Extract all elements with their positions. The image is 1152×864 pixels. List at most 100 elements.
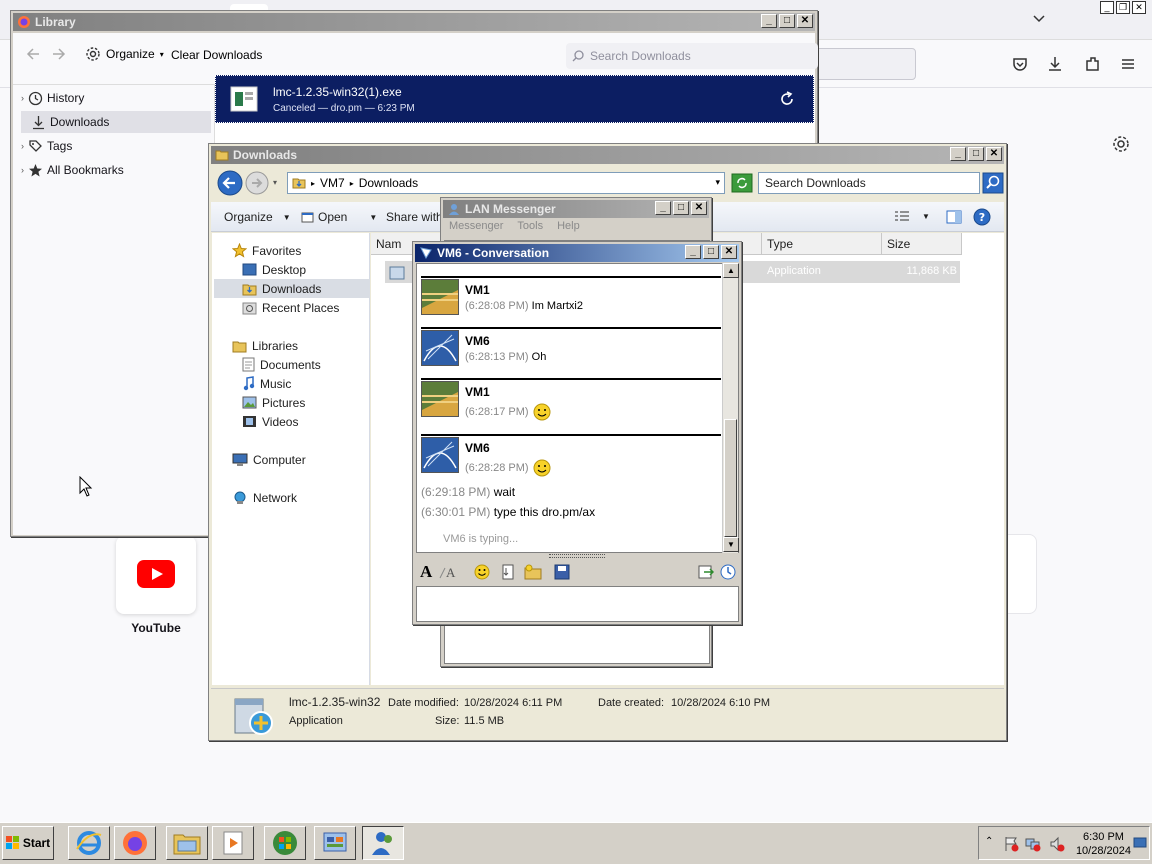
explorer-titlebar[interactable]: Downloads _ □ ✕: [211, 146, 1004, 164]
clear-downloads-button[interactable]: Clear Downloads: [171, 48, 262, 62]
youtube-tile[interactable]: [116, 536, 196, 614]
chevron-right-icon[interactable]: ›: [21, 93, 24, 103]
chevron-right-icon[interactable]: ›: [21, 141, 24, 151]
nav-computer[interactable]: Computer: [232, 450, 368, 469]
pocket-icon[interactable]: [1011, 55, 1029, 73]
broadcast-icon[interactable]: [698, 564, 714, 580]
open-button[interactable]: Open ▼: [301, 210, 377, 224]
forward-button-icon[interactable]: [245, 171, 269, 195]
start-button[interactable]: Start: [2, 826, 54, 860]
emoticon-icon[interactable]: [474, 564, 490, 580]
settings-gear-icon[interactable]: [1112, 135, 1130, 153]
refresh-icon[interactable]: [731, 173, 753, 193]
sidebar-item-history[interactable]: › History: [21, 87, 211, 109]
breadcrumb-vm7[interactable]: VM7: [320, 176, 345, 190]
minimize-icon[interactable]: _: [761, 14, 777, 28]
search-button-icon[interactable]: [982, 172, 1004, 194]
scroll-up-icon[interactable]: ▲: [723, 263, 739, 278]
close-icon[interactable]: ✕: [1132, 1, 1146, 14]
extensions-icon[interactable]: [1083, 55, 1101, 73]
sidebar-item-downloads[interactable]: Downloads: [21, 111, 211, 133]
address-dropdown-icon[interactable]: ▾: [715, 177, 720, 188]
retry-icon[interactable]: [778, 90, 796, 108]
explorer-search-input[interactable]: Search Downloads: [758, 172, 980, 194]
library-search-input[interactable]: Search Downloads: [566, 43, 818, 69]
address-bar[interactable]: ▸ VM7 ▸ Downloads ▾: [287, 172, 725, 194]
back-arrow-icon[interactable]: [25, 47, 41, 61]
message-input[interactable]: [416, 586, 739, 622]
nav-desktop[interactable]: Desktop: [242, 260, 378, 279]
history-icon[interactable]: [720, 564, 736, 580]
send-file-icon[interactable]: [500, 564, 516, 580]
close-icon[interactable]: ✕: [691, 201, 707, 215]
close-icon[interactable]: ✕: [797, 14, 813, 28]
maximize-icon[interactable]: □: [673, 201, 689, 215]
nav-documents[interactable]: Documents: [242, 355, 378, 374]
organize-menu-button[interactable]: Organize ▼: [224, 210, 291, 224]
conversation-titlebar[interactable]: VM6 - Conversation _ □ ✕: [415, 244, 739, 262]
chevron-down-icon[interactable]: ▼: [922, 212, 930, 221]
splitter-handle[interactable]: [549, 554, 605, 558]
menu-tools[interactable]: Tools: [517, 220, 543, 238]
chevron-right-icon[interactable]: ›: [21, 165, 24, 175]
nav-network[interactable]: Network: [232, 488, 368, 507]
maximize-icon[interactable]: □: [703, 245, 719, 259]
nav-pictures[interactable]: Pictures: [242, 393, 378, 412]
tab-list-chevron-icon[interactable]: [1032, 14, 1046, 24]
library-titlebar[interactable]: Library _ □ ✕: [13, 13, 815, 31]
taskbar-media-player[interactable]: [212, 826, 254, 860]
help-icon[interactable]: ?: [973, 208, 991, 226]
share-with-button[interactable]: Share with: [386, 210, 443, 224]
save-icon[interactable]: [554, 564, 570, 580]
download-item[interactable]: lmc-1.2.35-win32(1).exe Canceled — dro.p…: [215, 75, 814, 123]
preview-pane-icon[interactable]: [946, 210, 962, 224]
sidebar-item-all-bookmarks[interactable]: › All Bookmarks: [21, 159, 211, 181]
menu-help[interactable]: Help: [557, 220, 580, 238]
send-folder-icon[interactable]: [524, 564, 542, 580]
taskbar-firefox[interactable]: [114, 826, 156, 860]
scroll-thumb[interactable]: [724, 419, 737, 537]
lan-messenger-titlebar[interactable]: LAN Messenger _ □ ✕: [443, 200, 709, 218]
maximize-icon[interactable]: □: [968, 147, 984, 161]
taskbar-explorer[interactable]: [166, 826, 208, 860]
change-view-icon[interactable]: ▼: [894, 210, 930, 222]
scroll-down-icon[interactable]: ▼: [723, 537, 739, 552]
font-color-icon[interactable]: A: [438, 564, 456, 580]
back-button-icon[interactable]: [217, 170, 243, 196]
volume-muted-icon[interactable]: [1049, 836, 1065, 852]
nav-videos[interactable]: Videos: [242, 412, 378, 431]
column-header-size[interactable]: Size: [882, 233, 962, 255]
taskbar-windows-orb[interactable]: [264, 826, 306, 860]
nav-favorites[interactable]: Favorites: [232, 241, 368, 260]
downloads-icon[interactable]: [1046, 55, 1064, 73]
recent-pages-chevron-icon[interactable]: ▾: [273, 178, 277, 187]
action-center-icon[interactable]: [1003, 836, 1019, 852]
show-hidden-icons-icon[interactable]: ⌃: [985, 836, 993, 847]
chat-scrollbar[interactable]: ▲ ▼: [722, 263, 739, 553]
organize-button[interactable]: Organize ▾: [85, 46, 164, 62]
minimize-icon[interactable]: _: [685, 245, 701, 259]
nav-music[interactable]: Music: [242, 374, 378, 393]
nav-libraries[interactable]: Libraries: [232, 336, 368, 355]
close-icon[interactable]: ✕: [986, 147, 1002, 161]
close-icon[interactable]: ✕: [721, 245, 737, 259]
network-status-icon[interactable]: [1025, 836, 1041, 852]
menu-messenger[interactable]: Messenger: [449, 220, 503, 238]
taskbar-lan-messenger[interactable]: [362, 826, 404, 860]
show-desktop-icon[interactable]: [1133, 837, 1147, 849]
restore-icon[interactable]: ❐: [1116, 1, 1130, 14]
breadcrumb-downloads[interactable]: Downloads: [359, 176, 418, 190]
menu-icon[interactable]: [1119, 55, 1137, 73]
maximize-icon[interactable]: □: [779, 14, 795, 28]
clock[interactable]: 6:30 PM 10/28/2024: [1076, 830, 1131, 858]
taskbar-internet-explorer[interactable]: [68, 826, 110, 860]
taskbar-control-panel[interactable]: [314, 826, 356, 860]
chevron-down-icon[interactable]: ▼: [369, 213, 377, 222]
forward-arrow-icon[interactable]: [51, 47, 67, 61]
column-header-type[interactable]: Type: [762, 233, 882, 255]
breadcrumb-separator-icon[interactable]: ▸: [311, 179, 315, 188]
minimize-icon[interactable]: _: [950, 147, 966, 161]
sidebar-item-tags[interactable]: › Tags: [21, 135, 211, 157]
minimize-icon[interactable]: _: [1100, 1, 1114, 14]
nav-recent-places[interactable]: Recent Places: [242, 298, 378, 317]
